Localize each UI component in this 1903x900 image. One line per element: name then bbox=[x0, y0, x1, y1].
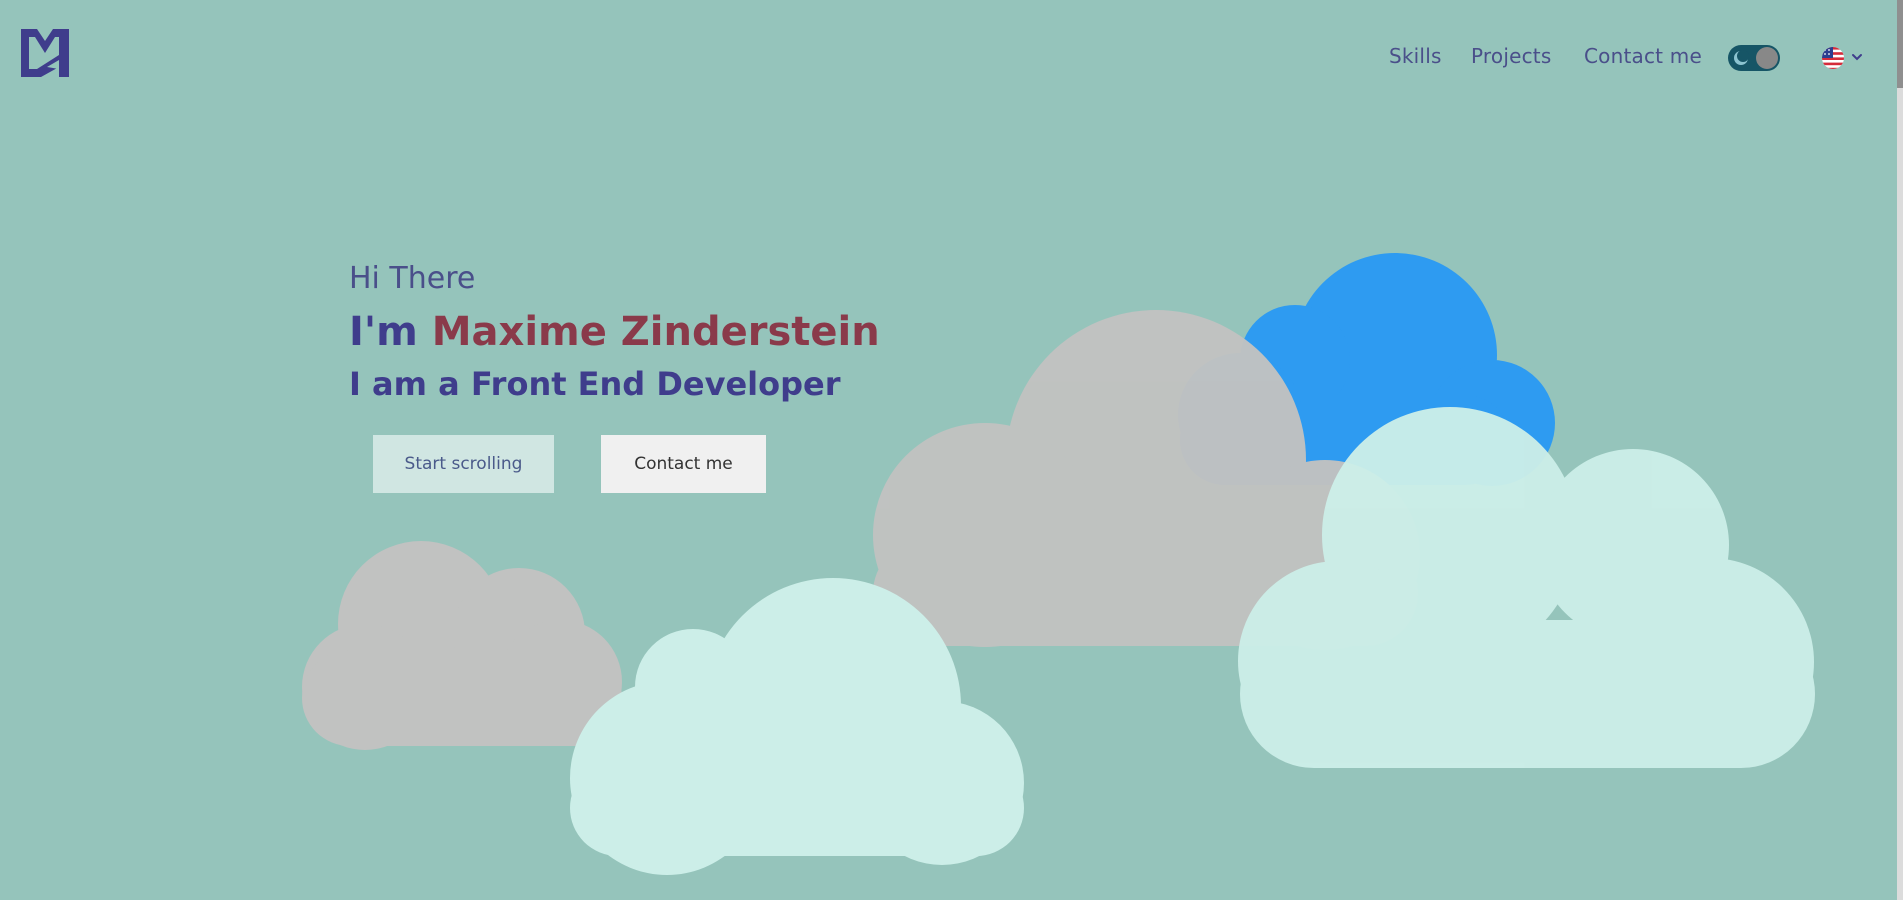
hero-greeting: Hi There bbox=[349, 261, 476, 296]
hero-role: I am a Front End Developer bbox=[349, 365, 841, 403]
hero-section: Hi There I'm Maxime Zinderstein I am a F… bbox=[349, 261, 880, 403]
start-scrolling-button[interactable]: Start scrolling bbox=[373, 435, 554, 493]
page: Skills Projects Contact me Hi There I'm … bbox=[0, 0, 1903, 900]
grey-cloud-small bbox=[302, 541, 622, 750]
hero-im-prefix: I'm bbox=[349, 309, 418, 355]
clouds-illustration bbox=[302, 253, 1815, 875]
hero-name: Maxime Zinderstein bbox=[431, 309, 880, 355]
hero-name-line: I'm Maxime Zinderstein bbox=[349, 310, 880, 354]
contact-me-button[interactable]: Contact me bbox=[601, 435, 766, 493]
